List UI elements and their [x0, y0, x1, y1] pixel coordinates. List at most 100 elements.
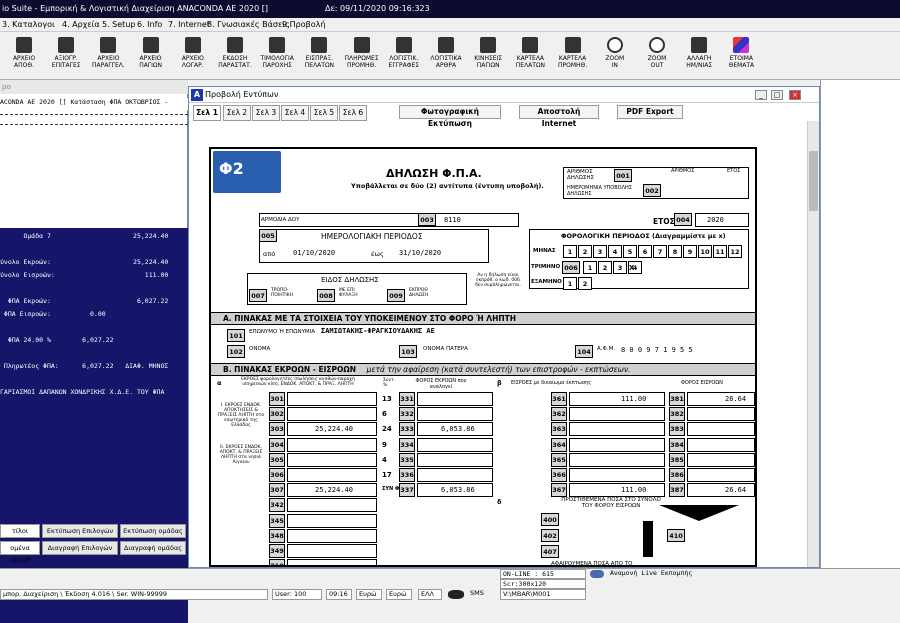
toolbar-label-2: ΑΠΟΘ. — [14, 62, 34, 69]
input-value: 111.00 — [621, 395, 647, 403]
input-tax-box — [687, 437, 755, 452]
toolbar-button-15[interactable]: ZOOM OUT — [637, 34, 677, 77]
input-value-box — [569, 422, 665, 437]
toolbar-button-13[interactable]: ΚΑΡΤΕΛΑ ΠΡΟΜΗΘ. — [553, 34, 593, 77]
toolbar-label-1: ΕΤΟΙΜΑ — [729, 55, 753, 62]
toolbar-button-10[interactable]: ΛΟΓΙΣΤΙΚΑ ΑΡΘΡΑ — [426, 34, 466, 77]
broadcast-icon — [590, 570, 604, 578]
menu-files[interactable]: 4. Αρχεία — [62, 18, 100, 32]
input-code: 365 — [551, 452, 567, 467]
input-tax-value: 26.64 — [725, 486, 747, 495]
report-line: ύνολο Εκροών: 25,224.40 — [0, 258, 169, 266]
vertical-scrollbar[interactable] — [807, 121, 819, 567]
row-value: 25,224.40 — [315, 486, 353, 495]
scrollbar-thumb[interactable] — [809, 151, 818, 211]
toolbar-button-8[interactable]: ΠΛΗΡΩΜΕΣ ΠΡΟΜΗΘ. — [342, 34, 382, 77]
toolbar-button-2[interactable]: ΑΡΧΕΙΟ ΠΑΡΑΓΓΕΛ. — [88, 34, 128, 77]
arrow-shape — [659, 505, 739, 521]
menu-setup[interactable]: 5. Setup — [102, 18, 135, 32]
section-b-header: Β. ΠΙΝΑΚΑΣ ΕΚΡΟΩΝ - ΕΙΣΡΟΩΝ μετά την αφα… — [211, 363, 755, 376]
toggle-data-button[interactable]: ομένα On/Off — [0, 541, 40, 564]
row-code: 302 — [269, 407, 285, 422]
toolbar-label-2: ΠΑΓΙΩΝ — [139, 62, 162, 69]
submission-date-label: ΗΜΕΡΟΜΗΝΙΑ ΥΠΟΒΟΛΗΣ ΔΗΛΩΣΗΣ — [567, 185, 632, 197]
code-410: 410 — [667, 529, 685, 542]
code-008: 008 — [317, 289, 335, 302]
toolbar-button-4[interactable]: ΑΡΧΕΙΟ ΛΟΓΑΡ. — [173, 34, 213, 77]
rate-cell: 13 — [382, 395, 392, 403]
input-code: 366 — [551, 468, 567, 482]
input-tax-code: 387 — [669, 483, 685, 498]
code-007: 007 — [249, 289, 267, 302]
tax-code: 334 — [399, 437, 415, 452]
col-inputs-header: ΕΙΣΡΟΕΣ με δικαίωμα έκπτωσης — [511, 380, 592, 386]
toolbar-button-6[interactable]: ΤΙΜΟΛΟΓΙΑ ΠΑΡΟΧΗΣ — [257, 34, 297, 77]
toolbar-button-11[interactable]: ΚΙΝΗΣΕΙΣ ΠΑΓΙΩΝ — [468, 34, 508, 77]
toolbar-label-1: ΑΛΛΑΓΗ — [687, 55, 712, 62]
maximize-icon[interactable]: □ — [771, 90, 783, 100]
toolbar-button-1[interactable]: ΑΞΙΟΓΡ. ΕΠΙΤΑΓΕΣ — [46, 34, 86, 77]
period-label: ΗΜΕΡΟΛΟΓΙΑΚΗ ΠΕΡΙΟΔΟΣ — [321, 232, 423, 241]
send-internet-button[interactable]: Αποστολή Internet — [519, 105, 599, 128]
rate-cell: 17 — [382, 471, 392, 479]
input-tax-code: 384 — [669, 437, 685, 452]
input-tax-box — [687, 452, 755, 467]
month-cell: 10 — [698, 245, 712, 258]
toolbar-button-0[interactable]: ΑΡΧΕΙΟ ΑΠΟΘ. — [4, 34, 44, 77]
tab-page-2[interactable]: Σελ 2 — [223, 105, 251, 121]
toolbar-button-16[interactable]: ΑΛΛΑΓΗ ΗΜ/ΝΙΑΣ — [679, 34, 719, 77]
menu-view[interactable]: 9.Προβολή — [282, 18, 325, 32]
pdf-export-button[interactable]: PDF Export — [617, 105, 683, 119]
print-group-button[interactable]: Εκτύπωση ομάδας — [120, 524, 186, 538]
delete-selection-button[interactable]: Διαγραφή Επιλογών — [42, 541, 118, 555]
data-path: V:\MBAR\M001 — [500, 589, 586, 600]
menu-info[interactable]: 6. Info — [137, 18, 162, 32]
close-icon[interactable]: × — [789, 90, 801, 100]
menu-knowledge[interactable]: 8. Γνωσιακές Βάσεις — [207, 18, 290, 32]
row-code: 342 — [269, 498, 285, 513]
toolbar-icon — [353, 37, 370, 53]
toolbar-icon — [184, 37, 201, 53]
menu-bar: 3. Καταλογοι 4. Αρχεία 5. Setup 6. Info … — [0, 18, 900, 32]
toolbar-icon — [100, 37, 117, 53]
toolbar-button-9[interactable]: ΛΟΓΙΣΤΙΚ. ΕΓΓΡΑΦΕΣ — [384, 34, 424, 77]
semester-cell: 1 — [563, 277, 577, 290]
year-value: 2020 — [707, 216, 724, 224]
toggle-titles-button[interactable]: τίλοι On/Off — [0, 524, 40, 547]
code-407: 407 — [541, 545, 559, 558]
quarter-cell: 2 — [598, 261, 612, 274]
photo-print-button[interactable]: Φωτογραφική Εκτύπωση — [399, 105, 501, 128]
tab-page-6[interactable]: Σελ 6 — [339, 105, 367, 121]
tab-page-4[interactable]: Σελ 4 — [281, 105, 309, 121]
tab-page-5[interactable]: Σελ 5 — [310, 105, 338, 121]
toolbar-button-12[interactable]: ΚΑΡΤΕΛΑ ΠΕΛΑΤΩΝ — [510, 34, 550, 77]
print-selection-button[interactable]: Εκτύπωση Επιλογών — [42, 524, 118, 538]
screen-size: Scr:300x120 — [500, 579, 586, 589]
quarter-cell: 1 — [583, 261, 597, 274]
to-date: 31/10/2020 — [399, 249, 442, 257]
toolbar-icon — [480, 37, 497, 53]
toolbar-label-2: OUT — [650, 62, 664, 69]
input-value-box — [569, 407, 665, 422]
tab-page-1[interactable]: Σελ 1 — [193, 105, 221, 121]
toolbar-button-7[interactable]: ΕΙΣΠΡΑΞ. ΠΕΛΑΤΩΝ — [299, 34, 339, 77]
title-bar: io Suite - Εμπορική & Λογιστική Διαχείρι… — [0, 0, 900, 18]
toolbar-button-3[interactable]: ΑΡΧΕΙΟ ΠΑΓΙΩΝ — [131, 34, 171, 77]
toolbar-button-14[interactable]: ZOOM IN — [595, 34, 635, 77]
menu-catalogs[interactable]: 3. Καταλογοι — [2, 18, 55, 32]
delete-group-button[interactable]: Διαγραφή ομάδας — [120, 541, 186, 555]
toolbar-button-5[interactable]: ΕΚΔΟΣΗ ΠΑΡΑΣΤΑΤ. — [215, 34, 255, 77]
input-tax-code: 382 — [669, 407, 685, 422]
reservation-label: ΜΕ ΕΠΙ ΦΥΛΑΞΗ — [339, 288, 358, 298]
toolbar-icon — [395, 37, 412, 53]
year-label: ΕΤΟΣ — [653, 217, 675, 226]
month-cell: 8 — [668, 245, 682, 258]
rate-cell: 6 — [382, 410, 387, 419]
menu-internet[interactable]: 7. Internet — [168, 18, 210, 32]
toolbar-label-1: ΚΑΡΤΕΛΑ — [516, 55, 545, 62]
toolbar-button-17[interactable]: ΕΤΟΙΜΑ ΘΕΜΑΤΑ — [721, 34, 761, 77]
minimize-icon[interactable]: _ — [755, 90, 767, 100]
tab-page-3[interactable]: Σελ 3 — [252, 105, 280, 121]
toolbar-label-2: ΠΡΟΜΗΘ. — [347, 62, 377, 69]
row-code: 306 — [269, 468, 285, 482]
